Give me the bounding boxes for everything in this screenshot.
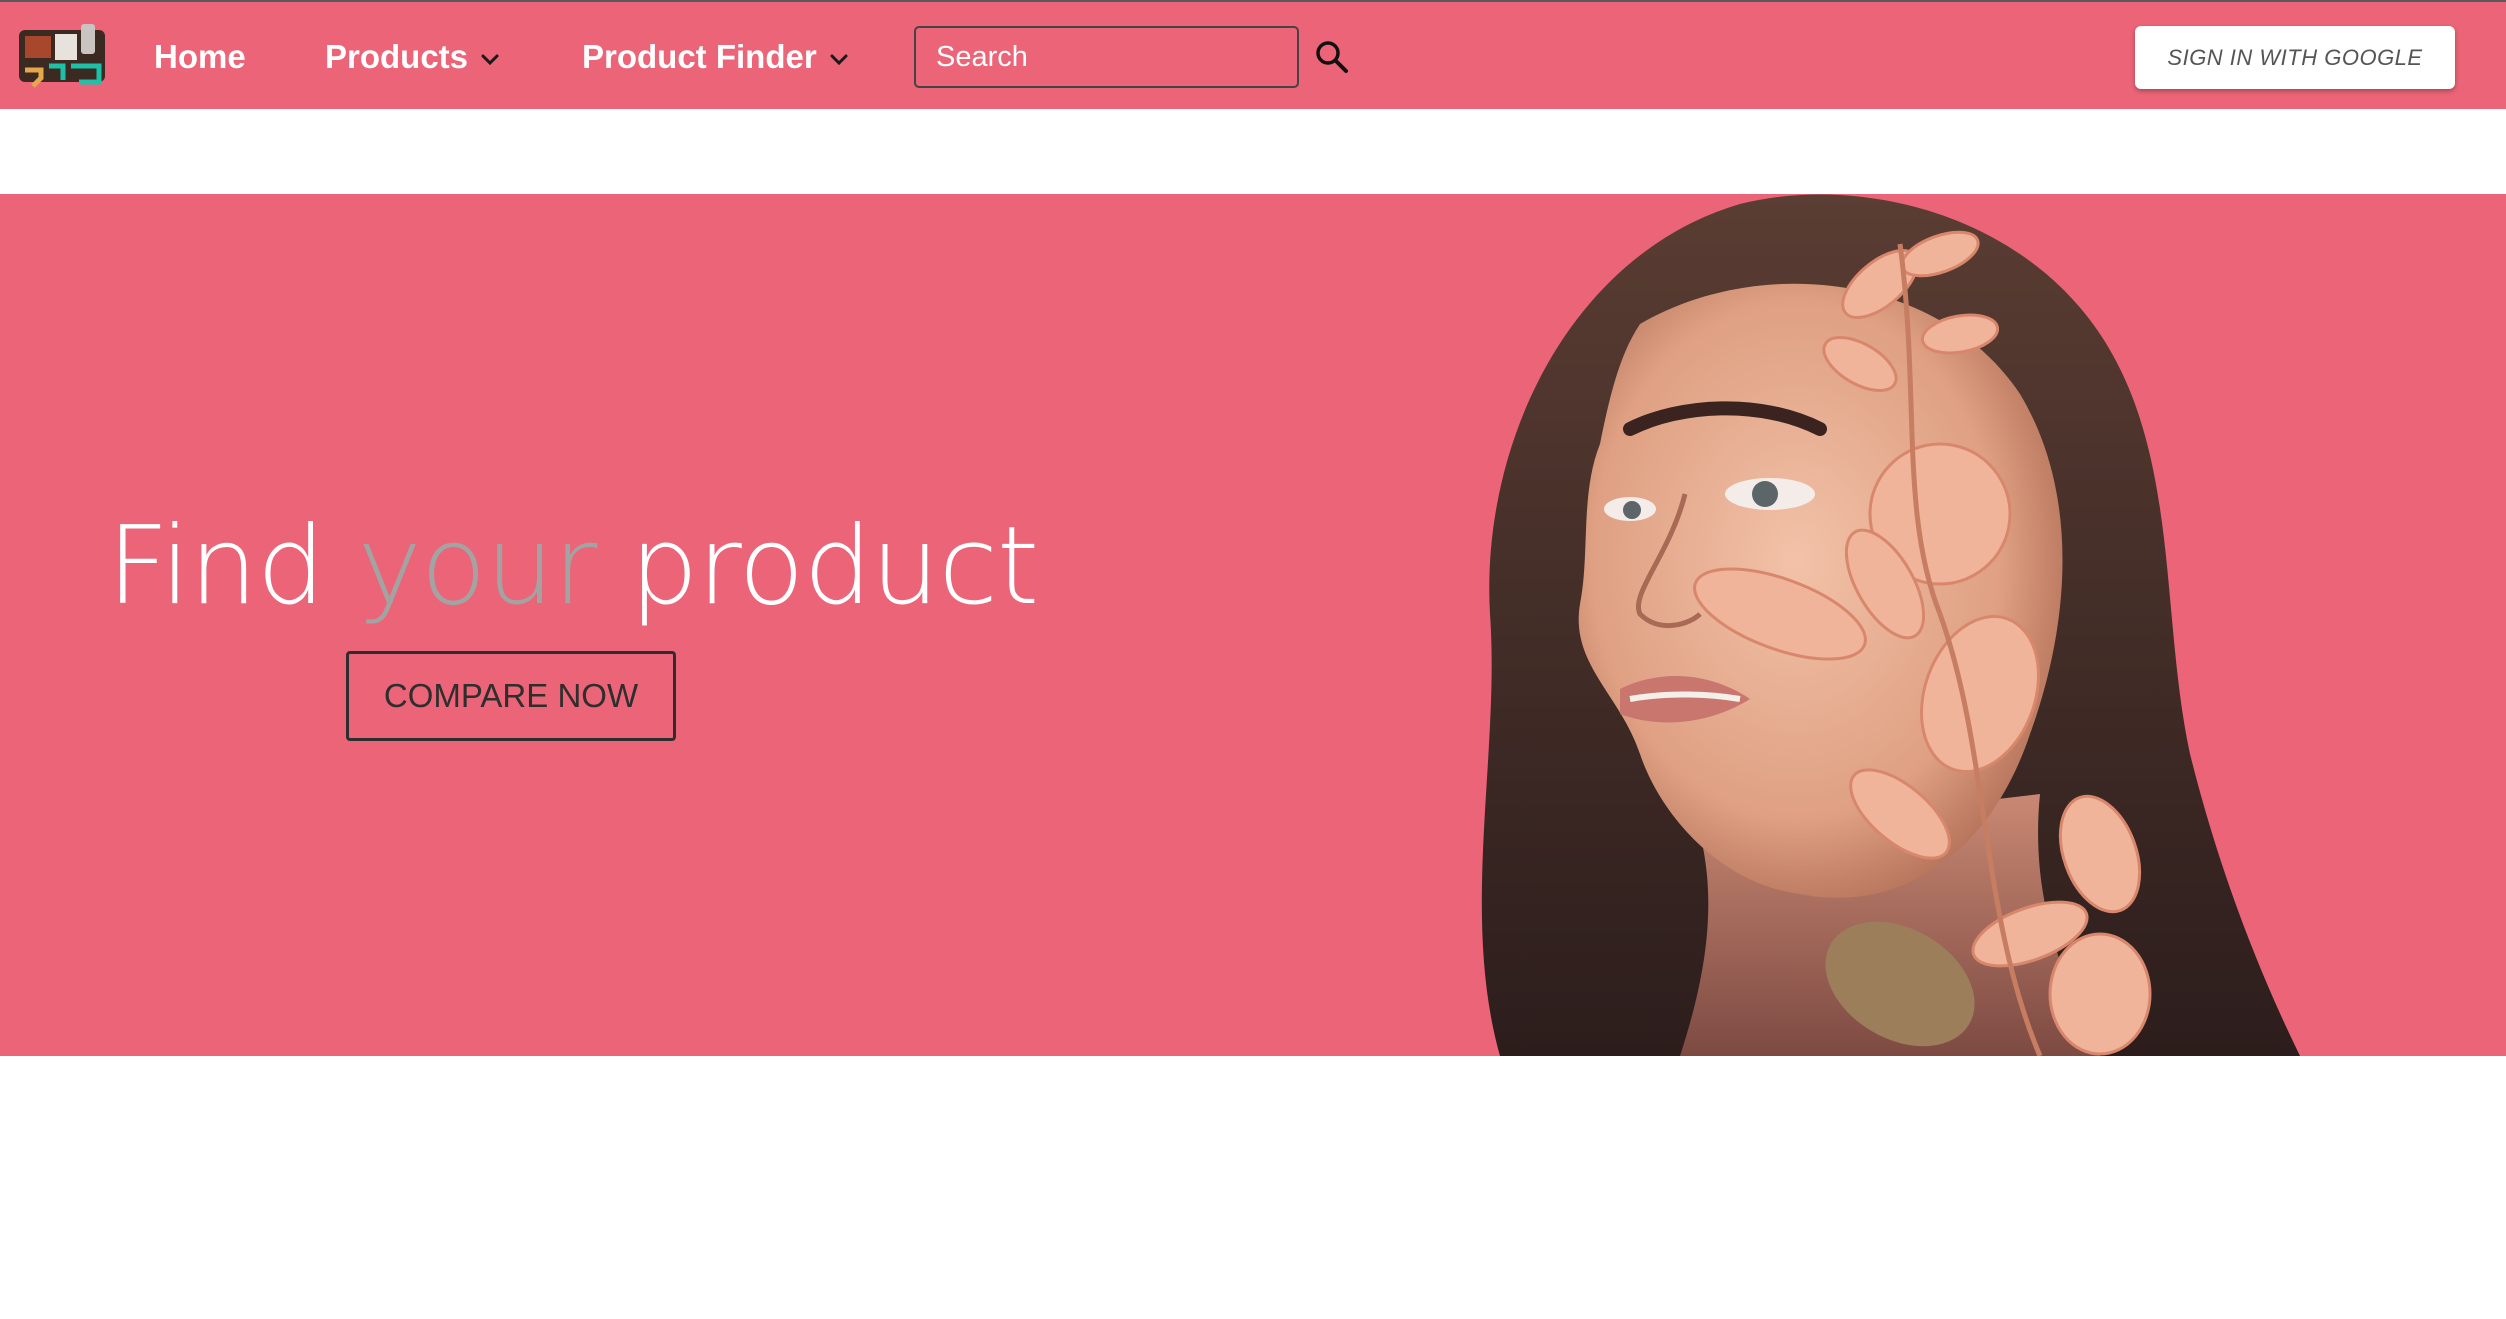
search-input[interactable] — [914, 26, 1299, 88]
nav-products-label: Products — [325, 37, 469, 75]
chevron-down-icon — [481, 54, 499, 65]
compare-now-button[interactable]: COMPARE NOW — [346, 651, 676, 741]
sign-in-label: SIGN IN WITH GOOGLE — [2167, 44, 2423, 70]
nav-home-label: Home — [154, 37, 246, 75]
logo-icon — [19, 24, 105, 88]
chevron-down-icon — [830, 54, 848, 65]
nav-product-finder-label: Product Finder — [582, 37, 817, 75]
hero-banner: Find your product COMPARE NOW — [0, 194, 2506, 1056]
search-icon[interactable] — [1314, 39, 1350, 75]
nav-products-dropdown[interactable]: Products — [325, 2, 500, 111]
hero-title-accent: your — [357, 504, 598, 629]
hero-title: Find your product — [107, 504, 1039, 629]
hero-title-part2: product — [596, 504, 1039, 629]
hero-portrait-image — [1481, 194, 2300, 1056]
compare-now-label: COMPARE NOW — [383, 677, 639, 714]
nav-home[interactable]: Home — [154, 2, 246, 111]
sign-in-google-button[interactable]: SIGN IN WITH GOOGLE — [2135, 26, 2455, 89]
nav-product-finder-dropdown[interactable]: Product Finder — [582, 2, 849, 111]
hero-title-part1: Find — [107, 504, 358, 629]
top-navbar: Home Products Product Finder SIGN IN WIT… — [0, 0, 2506, 109]
